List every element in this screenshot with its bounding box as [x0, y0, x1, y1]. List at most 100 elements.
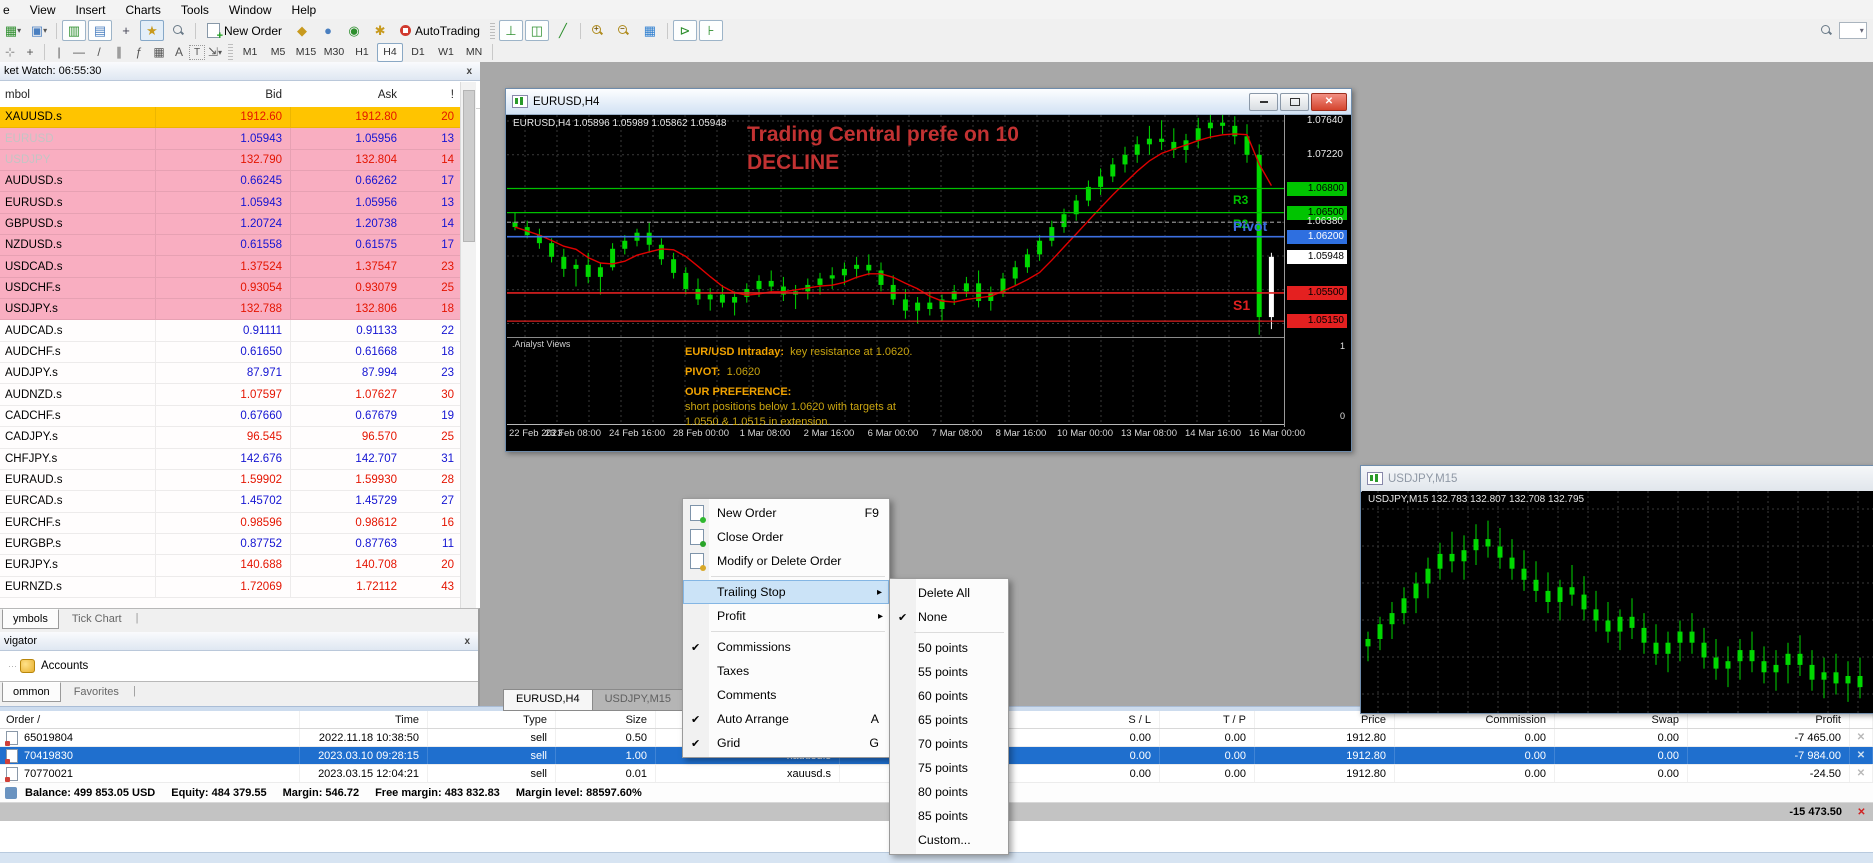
restore-button[interactable]: [1280, 93, 1309, 111]
text-tool-icon[interactable]: A: [169, 44, 189, 61]
menu-item-window[interactable]: Window: [219, 2, 282, 18]
market-watch-column-1[interactable]: Bid: [155, 89, 290, 101]
menu-item-trailing-stop[interactable]: Trailing Stop▸: [683, 580, 889, 604]
close-button[interactable]: ✕: [1311, 93, 1347, 111]
zoom-in-icon[interactable]: +: [586, 20, 610, 41]
eurusd-chart-area[interactable]: R3R2PivotS1 EURUSD,H4 1.05896 1.05989 1.…: [507, 115, 1350, 450]
market-watch-scrollbar[interactable]: [460, 82, 476, 608]
line-chart-icon[interactable]: ╱: [551, 20, 575, 41]
menu-item-70-points[interactable]: 70 points: [890, 732, 1008, 756]
zoom-out-icon[interactable]: −: [612, 20, 636, 41]
menu-item-80-points[interactable]: 80 points: [890, 780, 1008, 804]
menu-item-grid[interactable]: ✔GridG: [683, 731, 889, 755]
terminal-toggle-icon[interactable]: ★: [140, 20, 164, 41]
grid-tool-icon[interactable]: ▦: [149, 44, 169, 61]
indicators-icon[interactable]: ⊳: [673, 20, 697, 41]
terminal-column-order[interactable]: Order /: [0, 711, 300, 728]
menu-item-insert[interactable]: Insert: [65, 2, 115, 18]
market-watch-row[interactable]: EURUSD1.059431.0595613: [0, 128, 460, 149]
tab-tick-chart[interactable]: Tick Chart: [61, 609, 133, 629]
market-watch-row[interactable]: USDJPY.s132.788132.80618: [0, 299, 460, 320]
market-watch-row[interactable]: AUDCAD.s0.911110.9113322: [0, 320, 460, 341]
timeframe-button-m1[interactable]: M1: [237, 43, 263, 62]
tab-common[interactable]: ommon: [2, 682, 61, 702]
tab-usdjpy-m15[interactable]: USDJPY,M15: [593, 689, 684, 711]
menu-item-tools[interactable]: Tools: [171, 2, 219, 18]
cursor-tool-icon[interactable]: ⊹: [0, 44, 20, 61]
market-watch-row[interactable]: EURUSD.s1.059431.0595613: [0, 192, 460, 213]
tile-windows-icon[interactable]: ▦: [638, 20, 662, 41]
menu-item-auto-arrange[interactable]: ✔Auto ArrangeA: [683, 707, 889, 731]
new-order-button[interactable]: New Order: [200, 21, 289, 40]
market-watch-row[interactable]: EURNZD.s1.720691.7211243: [0, 577, 460, 598]
close-icon[interactable]: x: [464, 636, 470, 647]
services-icon[interactable]: ✱: [368, 20, 392, 41]
market-watch-row[interactable]: CADCHF.s0.676600.6767919: [0, 406, 460, 427]
toolbar-handle[interactable]: [490, 23, 495, 39]
market-watch-row[interactable]: CHFJPY.s142.676142.70731: [0, 449, 460, 470]
tab-eurusd-h4[interactable]: EURUSD,H4: [503, 689, 593, 711]
market-watch-row[interactable]: AUDNZD.s1.075971.0762730: [0, 384, 460, 405]
close-order-icon[interactable]: ✕: [1857, 768, 1865, 779]
signals-icon[interactable]: ◉: [342, 20, 366, 41]
tab-favorites[interactable]: Favorites: [63, 682, 130, 702]
market-watch-row[interactable]: EURAUD.s1.599021.5993028: [0, 470, 460, 491]
market-watch-row[interactable]: GBPUSD.s1.207241.2073814: [0, 214, 460, 235]
timeframe-button-m30[interactable]: M30: [321, 43, 347, 62]
market-watch-row[interactable]: AUDCHF.s0.616500.6166818: [0, 342, 460, 363]
minimize-button[interactable]: [1249, 93, 1278, 111]
timeframe-button-m5[interactable]: M5: [265, 43, 291, 62]
menu-item-65-points[interactable]: 65 points: [890, 708, 1008, 732]
menu-item-none[interactable]: ✔None: [890, 605, 1008, 629]
vertical-line-tool-icon[interactable]: |: [49, 44, 69, 61]
usdjpy-chart-area[interactable]: USDJPY,M15 132.783 132.807 132.708 132.7…: [1362, 491, 1873, 712]
toolbar-handle[interactable]: [228, 44, 233, 60]
terminal-column-type[interactable]: Type: [428, 711, 556, 728]
text-label-tool-icon[interactable]: T: [189, 45, 205, 60]
channel-tool-icon[interactable]: ∥: [109, 44, 129, 61]
market-watch-row[interactable]: USDCAD.s1.375241.3754723: [0, 256, 460, 277]
menu-item-commissions[interactable]: ✔Commissions: [683, 635, 889, 659]
search-icon[interactable]: [1814, 20, 1838, 41]
timeframe-button-h4[interactable]: H4: [377, 43, 403, 62]
navigator-icon[interactable]: +: [114, 20, 138, 41]
fibonacci-tool-icon[interactable]: ƒ: [129, 44, 149, 61]
profiles-icon[interactable]: ▣▾: [27, 20, 51, 41]
new-chart-icon[interactable]: ▦▾: [1, 20, 25, 41]
timeframe-button-h1[interactable]: H1: [349, 43, 375, 62]
menu-item-delete-all[interactable]: Delete All: [890, 581, 1008, 605]
tab-symbols[interactable]: ymbols: [2, 609, 59, 629]
market-watch-row[interactable]: USDCHF.s0.930540.9307925: [0, 278, 460, 299]
horizontal-line-tool-icon[interactable]: —: [69, 44, 89, 61]
usdjpy-window-titlebar[interactable]: USDJPY,M15: [1361, 466, 1873, 492]
community-icon[interactable]: ●: [316, 20, 340, 41]
close-icon[interactable]: x: [466, 66, 472, 77]
market-watch-row[interactable]: AUDUSD.s0.662450.6626217: [0, 171, 460, 192]
menu-item-help[interactable]: Help: [282, 2, 327, 18]
close-order-icon[interactable]: ✕: [1857, 732, 1865, 743]
market-watch-row[interactable]: XAUUSD.s1912.601912.8020: [0, 107, 460, 128]
timeframe-button-w1[interactable]: W1: [433, 43, 459, 62]
menu-item-taxes[interactable]: Taxes: [683, 659, 889, 683]
menu-item-75-points[interactable]: 75 points: [890, 756, 1008, 780]
autotrading-button[interactable]: AutoTrading: [393, 22, 487, 40]
market-watch-row[interactable]: EURCAD.s1.457021.4572927: [0, 491, 460, 512]
bar-chart-icon[interactable]: ⊥: [499, 20, 523, 41]
close-all-icon[interactable]: ✕: [1850, 807, 1873, 818]
trendline-tool-icon[interactable]: /: [89, 44, 109, 61]
timeframe-button-m15[interactable]: M15: [293, 43, 319, 62]
tree-item-accounts[interactable]: Accounts: [41, 660, 88, 672]
menu-item-60-points[interactable]: 60 points: [890, 684, 1008, 708]
menu-item-charts[interactable]: Charts: [116, 2, 171, 18]
market-watch-column-2[interactable]: Ask: [290, 89, 405, 101]
market-watch-column-0[interactable]: mbol: [0, 89, 155, 101]
market-watch-row[interactable]: CADJPY.s96.54596.57025: [0, 427, 460, 448]
strategy-tester-icon[interactable]: [166, 20, 190, 41]
eurusd-window-titlebar[interactable]: EURUSD,H4 ✕: [506, 89, 1351, 115]
candlestick-chart-icon[interactable]: ◫: [525, 20, 549, 41]
market-watch-row[interactable]: EURJPY.s140.688140.70820: [0, 555, 460, 576]
crosshair-tool-icon[interactable]: +: [20, 44, 40, 61]
menu-item-comments[interactable]: Comments: [683, 683, 889, 707]
market-watch-row[interactable]: EURCHF.s0.985960.9861216: [0, 513, 460, 534]
menu-item-profit[interactable]: Profit▸: [683, 604, 889, 628]
